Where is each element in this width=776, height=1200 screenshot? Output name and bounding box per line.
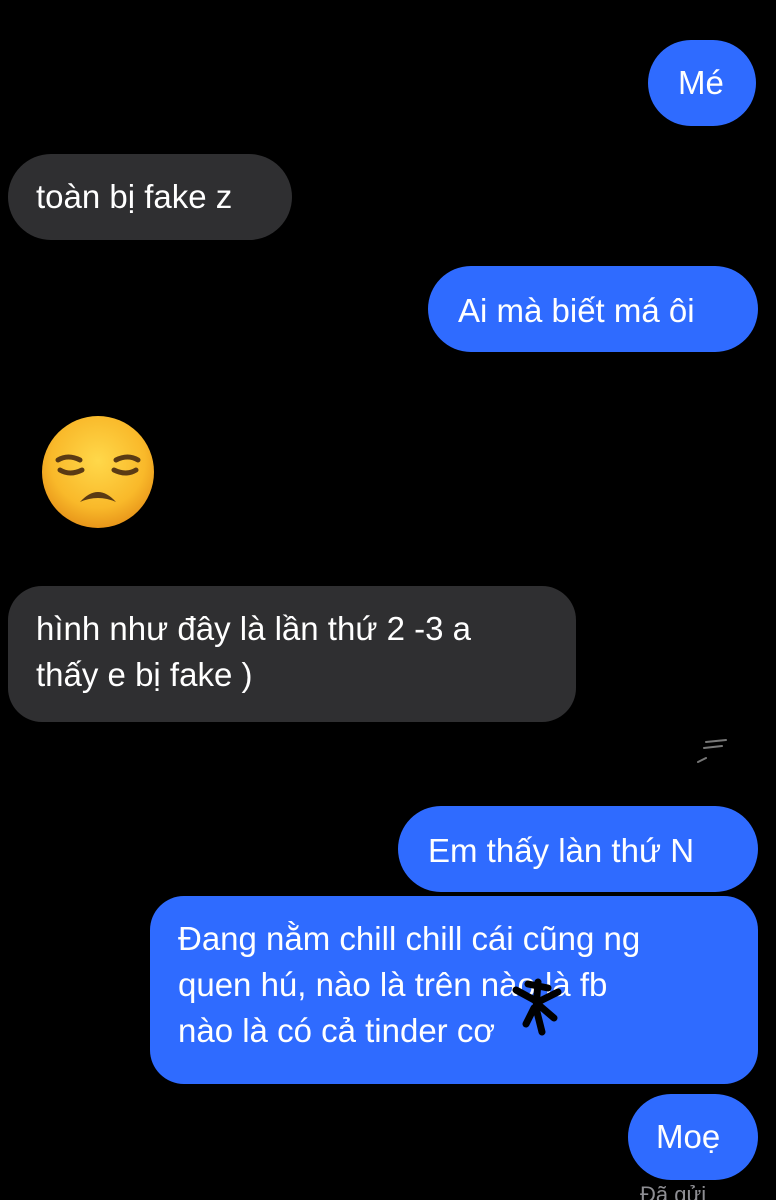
message-bubble-outgoing[interactable]: Ai mà biết má ôi (428, 266, 758, 352)
message-text-line: thấy e bị fake ) (36, 656, 253, 693)
message-text: Ai mà biết má ôi (458, 292, 695, 329)
message-bubble-incoming[interactable]: toàn bị fake z (8, 154, 292, 240)
message-text-line: quen hú, nào là trên nào là fb (178, 966, 608, 1003)
message-text: toàn bị fake z (36, 178, 233, 215)
message-text: Moẹ (656, 1118, 721, 1155)
delivery-status: Đã gửi (640, 1182, 707, 1200)
message-bubble-outgoing[interactable]: Mé (648, 40, 756, 126)
message-bubble-outgoing[interactable]: Đang nằm chill chill cái cũng ng quen hú… (150, 896, 758, 1084)
message-bubble-incoming[interactable]: hình như đây là lần thứ 2 -3 a thấy e bị… (8, 586, 576, 722)
scribble-mark-icon (692, 734, 732, 770)
message-bubble-outgoing[interactable]: Em thấy làn thứ N (398, 806, 758, 892)
disappointed-face-icon[interactable] (40, 414, 156, 530)
message-text: Mé (678, 64, 724, 101)
message-text-line: Đang nằm chill chill cái cũng ng (178, 920, 641, 957)
message-text-line: hình như đây là lần thứ 2 -3 a (36, 610, 471, 647)
message-bubble-outgoing[interactable]: Moẹ (628, 1094, 758, 1180)
message-text: Em thấy làn thứ N (428, 832, 695, 869)
redaction-scribble-icon (508, 972, 568, 1038)
message-text-line: nào là có cả tinder cơ (178, 1012, 495, 1049)
